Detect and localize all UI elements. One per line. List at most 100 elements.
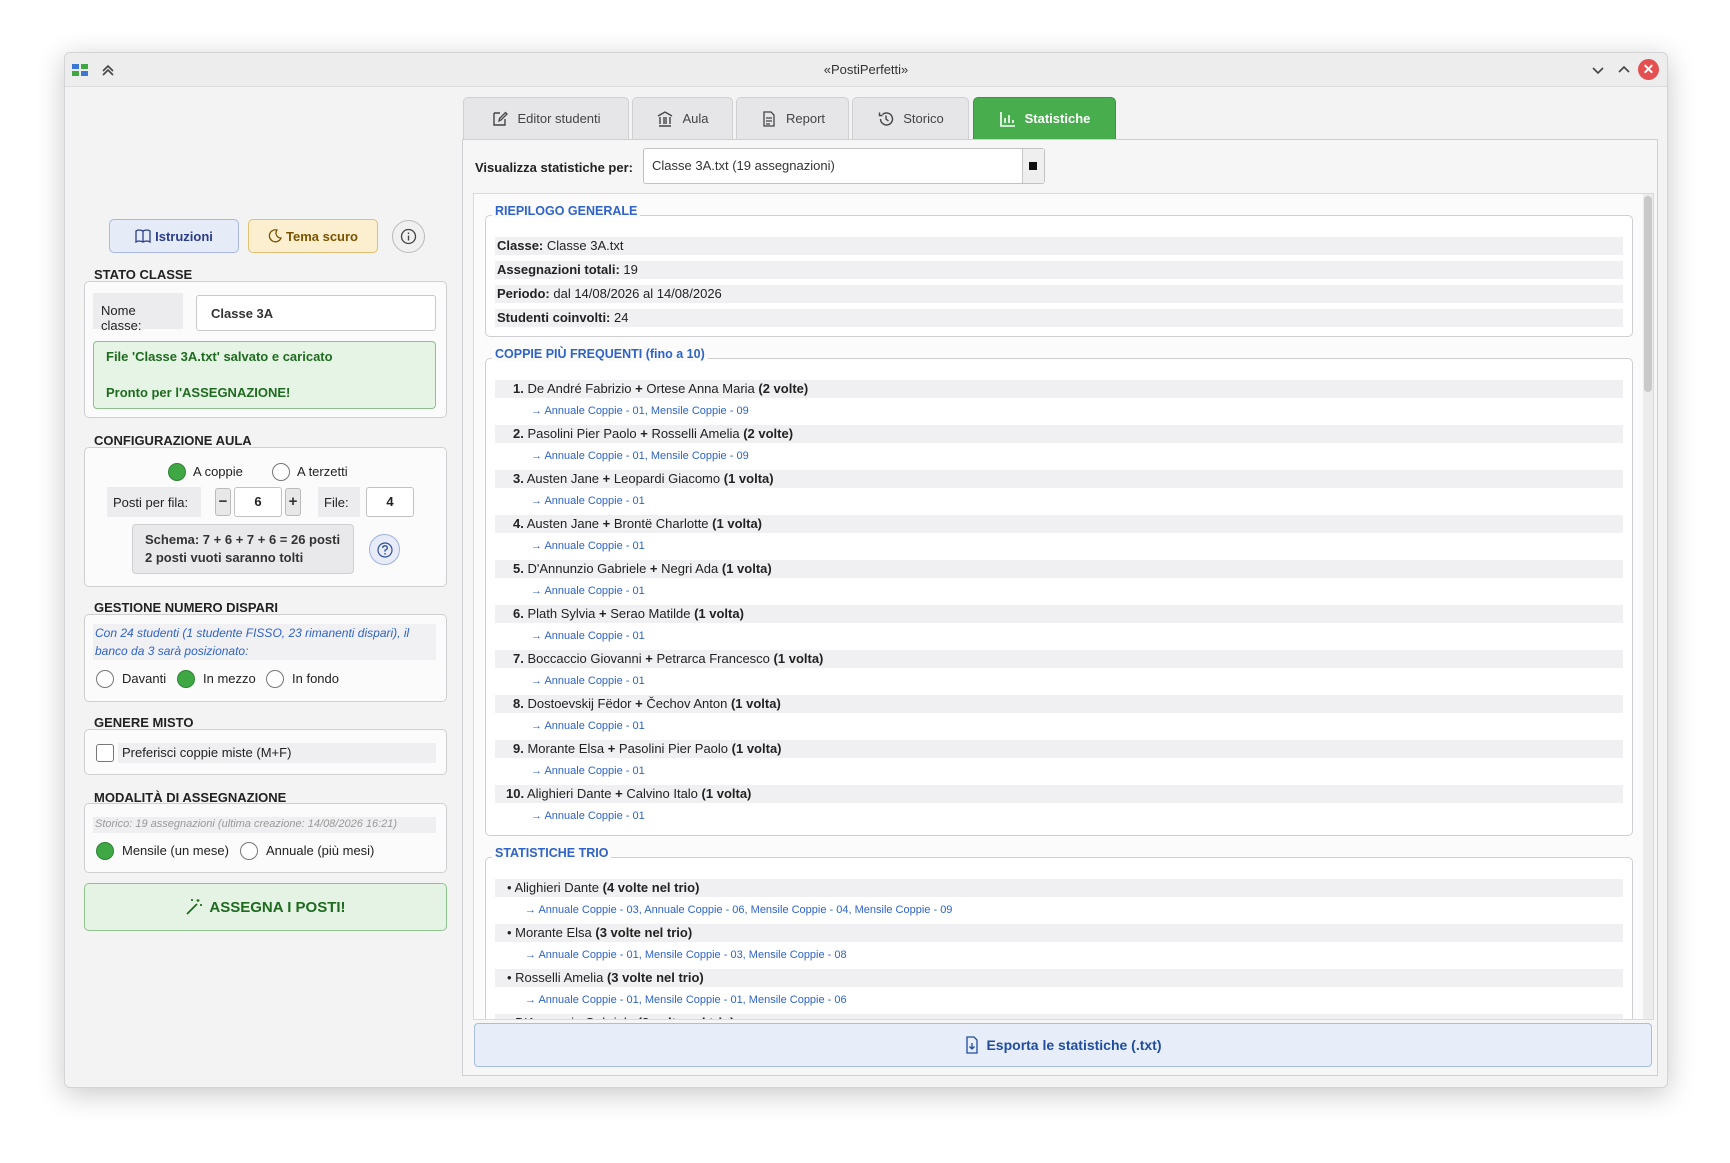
- tab-report[interactable]: Report: [736, 97, 849, 139]
- radio-monthly[interactable]: [96, 842, 114, 860]
- radio-annual[interactable]: [240, 842, 258, 860]
- maximize-icon[interactable]: [1615, 61, 1633, 79]
- mixed-pairs-checkbox[interactable]: [96, 744, 114, 762]
- tab-classroom[interactable]: Aula: [632, 97, 733, 139]
- radio-triples[interactable]: [272, 463, 290, 481]
- plus-sign: +: [635, 381, 643, 396]
- seats-minus-button[interactable]: −: [215, 488, 231, 516]
- pair-rank: 5.: [513, 561, 524, 576]
- plus-sign: +: [645, 651, 653, 666]
- book-icon: [135, 229, 151, 243]
- plus-sign: +: [602, 471, 611, 486]
- tab-history[interactable]: Storico: [852, 97, 969, 139]
- radio-front[interactable]: [96, 670, 114, 688]
- title-bar: «PostiPerfetti» ✕: [65, 53, 1667, 87]
- edit-icon: [493, 111, 509, 126]
- trio-row: • D'Annunzio Gabriele (3 volte nel trio): [495, 1014, 1623, 1019]
- tab-classroom-label: Aula: [682, 111, 709, 126]
- schema-line-1: Schema: 7 + 6 + 7 + 6 = 26 posti: [145, 532, 341, 547]
- tab-student-editor-label: Editor studenti: [517, 111, 601, 126]
- pair-detail: → Annuale Coppie - 01: [531, 630, 645, 642]
- pair-detail: → Annuale Coppie - 01: [531, 675, 645, 687]
- pair-rank: 6.: [513, 606, 524, 621]
- status-line-2: Pronto per l'ASSEGNAZIONE!: [106, 385, 291, 400]
- file-export-icon: [966, 1036, 979, 1054]
- vertical-scrollbar[interactable]: [1643, 194, 1653, 1019]
- radio-back[interactable]: [266, 670, 284, 688]
- dark-theme-button[interactable]: Tema scuro: [248, 219, 378, 253]
- class-name-field[interactable]: Classe 3A: [196, 295, 436, 331]
- pair-detail: → Annuale Coppie - 01: [531, 540, 645, 552]
- pair-rank: 7.: [513, 651, 524, 666]
- assign-seats-button[interactable]: ASSEGNA I POSTI!: [84, 883, 447, 931]
- trio-count: (3 volte nel trio): [606, 970, 704, 985]
- scrollbar-thumb[interactable]: [1644, 196, 1652, 392]
- pair-rank: 3.: [513, 471, 524, 486]
- export-stats-button[interactable]: Esporta le statistiche (.txt): [474, 1023, 1652, 1067]
- seats-per-row-input[interactable]: 6: [234, 487, 282, 517]
- minimize-icon[interactable]: [1589, 61, 1607, 79]
- dark-theme-label: Tema scuro: [285, 228, 358, 244]
- schema-line-2: 2 posti vuoti saranno tolti: [145, 550, 304, 565]
- pair-count: (2 volte): [758, 381, 809, 396]
- pair-detail: → Annuale Coppie - 01: [531, 720, 645, 732]
- pair-student-a: Pasolini Pier Paolo: [527, 426, 637, 441]
- trio-row: • Alighieri Dante (4 volte nel trio): [495, 879, 1623, 897]
- pair-row: 3. Austen Jane + Leopardi Giacomo (1 vol…: [495, 470, 1623, 488]
- tab-statistics-label: Statistiche: [1024, 111, 1091, 126]
- schema-box: Schema: 7 + 6 + 7 + 6 = 26 posti 2 posti…: [132, 524, 354, 574]
- document-icon: [763, 110, 775, 127]
- plus-sign: +: [615, 786, 623, 801]
- close-icon[interactable]: ✕: [1638, 59, 1659, 80]
- pair-row: 1. De André Fabrizio + Ortese Anna Maria…: [495, 380, 1623, 398]
- pair-student-b: Calvino Italo: [626, 786, 698, 801]
- seats-plus-button[interactable]: +: [285, 488, 301, 516]
- pair-row: 10. Alighieri Dante + Calvino Italo (1 v…: [495, 785, 1623, 803]
- dropdown-arrow-icon[interactable]: [1022, 149, 1044, 183]
- radio-pairs-label: A coppie: [193, 464, 243, 479]
- pair-rank: 2.: [513, 426, 524, 441]
- pair-student-a: Dostoevskij Fëdor: [527, 696, 632, 711]
- pair-student-b: Negri Ada: [661, 561, 719, 576]
- radio-front-label: Davanti: [122, 671, 167, 686]
- pair-row: 7. Boccaccio Giovanni + Petrarca Frances…: [495, 650, 1623, 668]
- trio-section: • Alighieri Dante (4 volte nel trio) → An…: [485, 857, 1633, 1019]
- instructions-button[interactable]: Istruzioni: [109, 219, 239, 253]
- radio-middle[interactable]: [177, 670, 195, 688]
- rows-input[interactable]: 4: [366, 487, 414, 517]
- window-title: «PostiPerfetti»: [823, 62, 909, 77]
- pair-student-a: Alighieri Dante: [526, 786, 612, 801]
- summary-class-value: Classe 3A.txt: [546, 238, 624, 253]
- trio-detail: → Annuale Coppie - 03, Annuale Coppie - …: [525, 904, 953, 916]
- plus-sign: +: [649, 561, 658, 576]
- pair-row: 8. Dostoevskij Fëdor + Čechov Anton (1 v…: [495, 695, 1623, 713]
- schema-help-button[interactable]: [369, 534, 400, 565]
- summary-period-label: Periodo:: [497, 286, 550, 301]
- tab-student-editor[interactable]: Editor studenti: [463, 97, 629, 139]
- radio-pairs[interactable]: [168, 463, 186, 481]
- odd-management-title: GESTIONE NUMERO DISPARI: [94, 600, 278, 615]
- summary-total-label: Assegnazioni totali:: [497, 262, 620, 277]
- plus-sign: +: [635, 696, 643, 711]
- magic-wand-icon: [186, 899, 203, 915]
- summary-row-total: Assegnazioni totali: 19: [495, 261, 1623, 279]
- stats-select-value: Classe 3A.txt (19 assegnazioni): [652, 158, 835, 173]
- stats-class-select[interactable]: Classe 3A.txt (19 assegnazioni): [643, 148, 1045, 184]
- summary-class-label: Classe:: [497, 238, 544, 253]
- radio-monthly-label: Mensile (un mese): [122, 843, 229, 858]
- pair-student-b: Pasolini Pier Paolo: [618, 741, 729, 756]
- info-button[interactable]: [392, 220, 425, 253]
- status-message: File 'Classe 3A.txt' salvato e caricato …: [93, 341, 436, 409]
- assignment-mode-group: Storico: 19 assegnazioni (ultima creazio…: [84, 803, 447, 873]
- pairs-title: COPPIE PIÙ FREQUENTI (fino a 10): [492, 347, 708, 361]
- pair-student-a: De André Fabrizio: [527, 381, 632, 396]
- pair-rank: 8.: [513, 696, 524, 711]
- question-icon: [376, 541, 393, 558]
- class-state-group: Nome classe: Classe 3A File 'Classe 3A.t…: [84, 281, 447, 418]
- moon-icon: [268, 229, 282, 243]
- stats-scroll-area[interactable]: Classe: Classe 3A.txt Assegnazioni total…: [473, 193, 1654, 1020]
- app-window: «PostiPerfetti» ✕ Istruzioni Tema scuro …: [64, 52, 1668, 1088]
- trio-count: (3 volte nel trio): [638, 1015, 735, 1019]
- plus-sign: +: [640, 426, 648, 441]
- tab-statistics[interactable]: Statistiche: [973, 97, 1116, 139]
